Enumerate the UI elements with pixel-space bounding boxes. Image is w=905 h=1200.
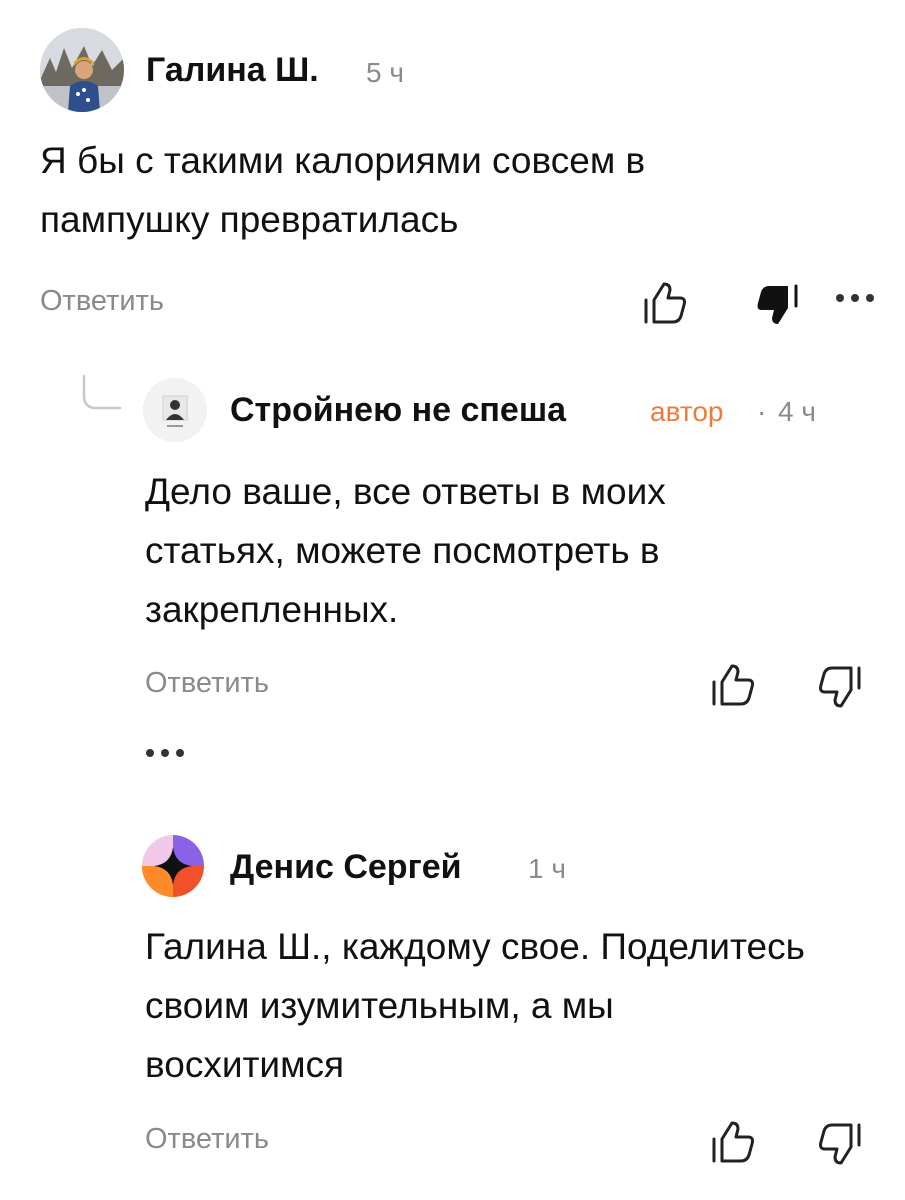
comments-page: Галина Ш. 5 ч Я бы с такими калориями со…: [0, 0, 905, 1200]
avatar-photo-icon: [40, 28, 124, 112]
more-dots-icon[interactable]: [143, 743, 187, 763]
comment-text-line: закрепленных.: [145, 589, 399, 630]
avatar[interactable]: [142, 835, 204, 897]
comment-text: Дело ваше, все ответы в моих статьях, мо…: [145, 462, 666, 639]
comment-text: Галина Ш., каждому свое. Поделитесь свои…: [145, 917, 805, 1094]
comment-time: 5 ч: [366, 57, 404, 88]
author-name[interactable]: Галина Ш.: [146, 51, 319, 90]
avatar[interactable]: [143, 378, 207, 442]
thumbs-up-icon[interactable]: [708, 660, 758, 710]
comment-text-line: Я бы с такими калориями совсем в: [40, 140, 646, 181]
avatar-logo-icon: [143, 378, 207, 442]
thumbs-down-icon[interactable]: [815, 662, 865, 712]
thumbs-up-icon[interactable]: [640, 278, 690, 328]
thumbs-down-icon[interactable]: [752, 280, 802, 330]
comment-text-line: восхитимся: [145, 1044, 345, 1085]
reply-button[interactable]: Ответить: [145, 667, 269, 700]
comment-text-line: статьях, можете посмотреть в: [145, 530, 660, 571]
thumbs-down-icon[interactable]: [815, 1119, 865, 1169]
reply-thread-icon: [80, 374, 124, 414]
more-dots-icon[interactable]: [833, 288, 877, 308]
comment-text: Я бы с такими калориями совсем в пампушк…: [40, 131, 645, 249]
author-badge: автор: [650, 396, 724, 427]
comment-time: 4 ч: [778, 396, 816, 427]
comment-text-line: Галина Ш., каждому свое. Поделитесь: [145, 926, 805, 967]
meta-separator: ·: [757, 396, 767, 427]
comment-time: 1 ч: [528, 853, 566, 884]
avatar-star-icon: [142, 835, 204, 897]
comment-text-line: Дело ваше, все ответы в моих: [145, 471, 666, 512]
author-name[interactable]: Денис Сергей: [230, 848, 462, 887]
author-name[interactable]: Стройнею не спеша: [230, 391, 566, 430]
thumbs-up-icon[interactable]: [708, 1117, 758, 1167]
avatar[interactable]: [40, 28, 124, 112]
reply-button[interactable]: Ответить: [145, 1123, 269, 1156]
reply-button[interactable]: Ответить: [40, 285, 164, 318]
comment-text-line: пампушку превратилась: [40, 199, 459, 240]
comment-text-line: своим изумительным, а мы: [145, 985, 614, 1026]
